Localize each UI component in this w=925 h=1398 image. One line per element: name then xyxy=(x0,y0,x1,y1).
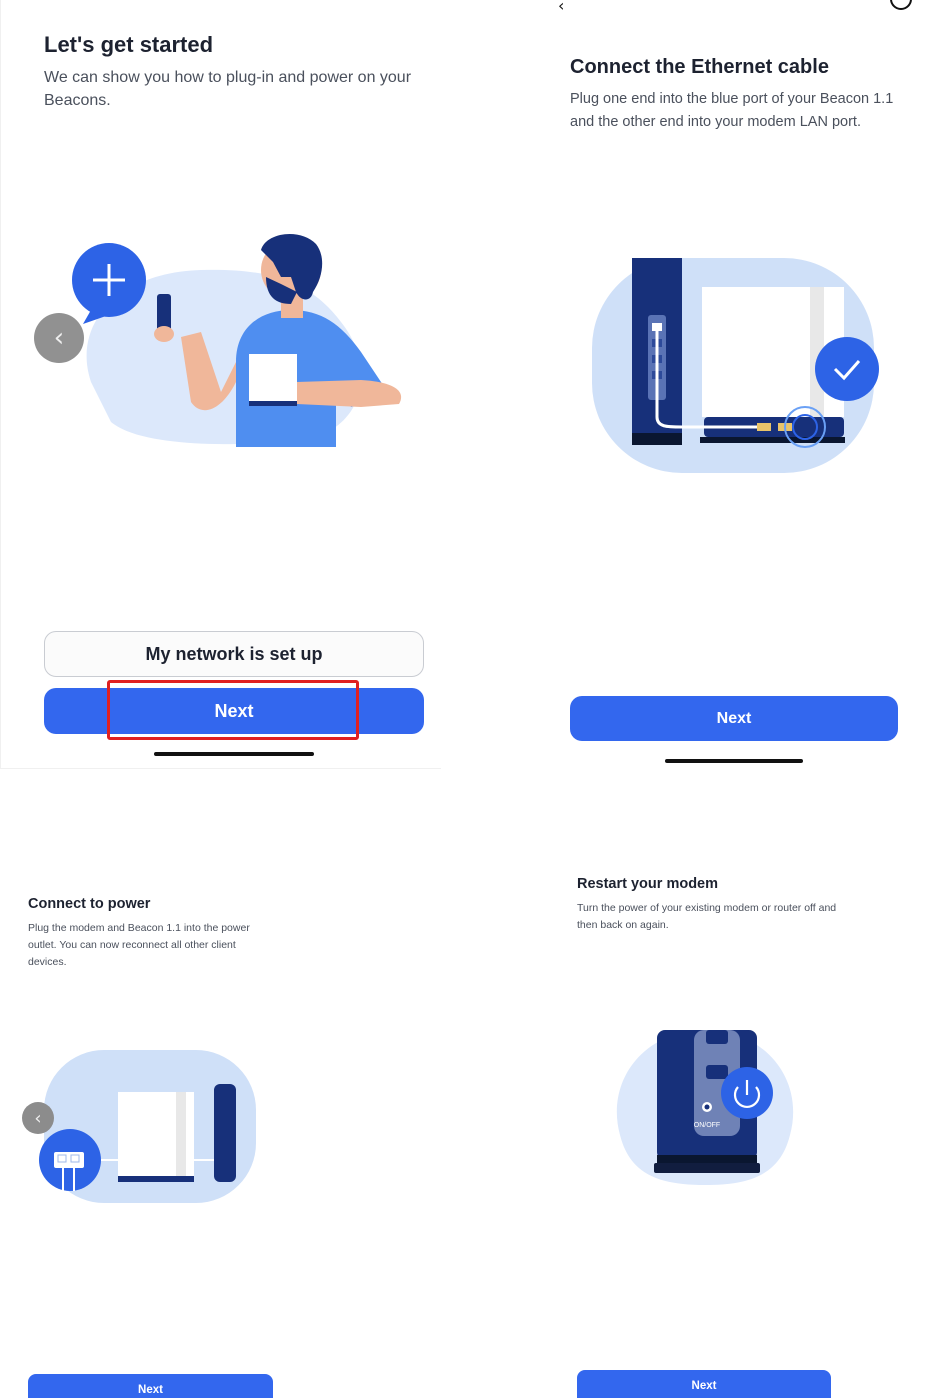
screen-connect-ethernet: ‹ Connect the Ethernet cable Plug one en… xyxy=(540,0,925,768)
next-button[interactable]: Next xyxy=(577,1370,831,1398)
home-indicator xyxy=(665,759,803,763)
next-button[interactable]: Next xyxy=(570,696,898,741)
next-button[interactable]: Next xyxy=(44,688,424,734)
on-off-label: ON/OFF xyxy=(694,1122,720,1129)
page-title: Connect to power xyxy=(28,896,151,912)
person-holding-phone-illustration xyxy=(72,233,402,447)
page-description: We can show you how to plug-in and power… xyxy=(44,69,412,109)
page-description: Plug the modem and Beacon 1.1 into the p… xyxy=(28,922,250,968)
page-title: Let's get started xyxy=(44,32,214,57)
chevron-left-icon[interactable]: ‹ xyxy=(34,313,84,363)
page-description: Plug one end into the blue port of your … xyxy=(570,91,894,130)
info-icon[interactable] xyxy=(890,0,912,10)
screen-connect-to-power: Connect to power Plug the modem and Beac… xyxy=(0,870,300,1398)
chevron-left-icon[interactable]: ‹ xyxy=(22,1102,54,1134)
home-indicator xyxy=(154,752,314,756)
screen-restart-modem: Restart your modem Turn the power of you… xyxy=(560,855,860,1398)
page-description: Turn the power of your existing modem or… xyxy=(577,902,837,931)
power-outlet-illustration xyxy=(39,1050,256,1203)
my-network-set-up-button[interactable]: My network is set up xyxy=(44,631,424,677)
ethernet-cable-illustration xyxy=(592,258,879,473)
screen-lets-get-started: Let's get started We can show you how to… xyxy=(0,0,441,769)
page-title: Restart your modem xyxy=(577,876,719,892)
modem-power-switch-illustration: ON/OFF xyxy=(616,1030,794,1185)
page-title: Connect the Ethernet cable xyxy=(570,56,829,78)
chevron-left-icon[interactable]: ‹ xyxy=(558,0,564,15)
next-button[interactable]: Next xyxy=(28,1374,273,1398)
